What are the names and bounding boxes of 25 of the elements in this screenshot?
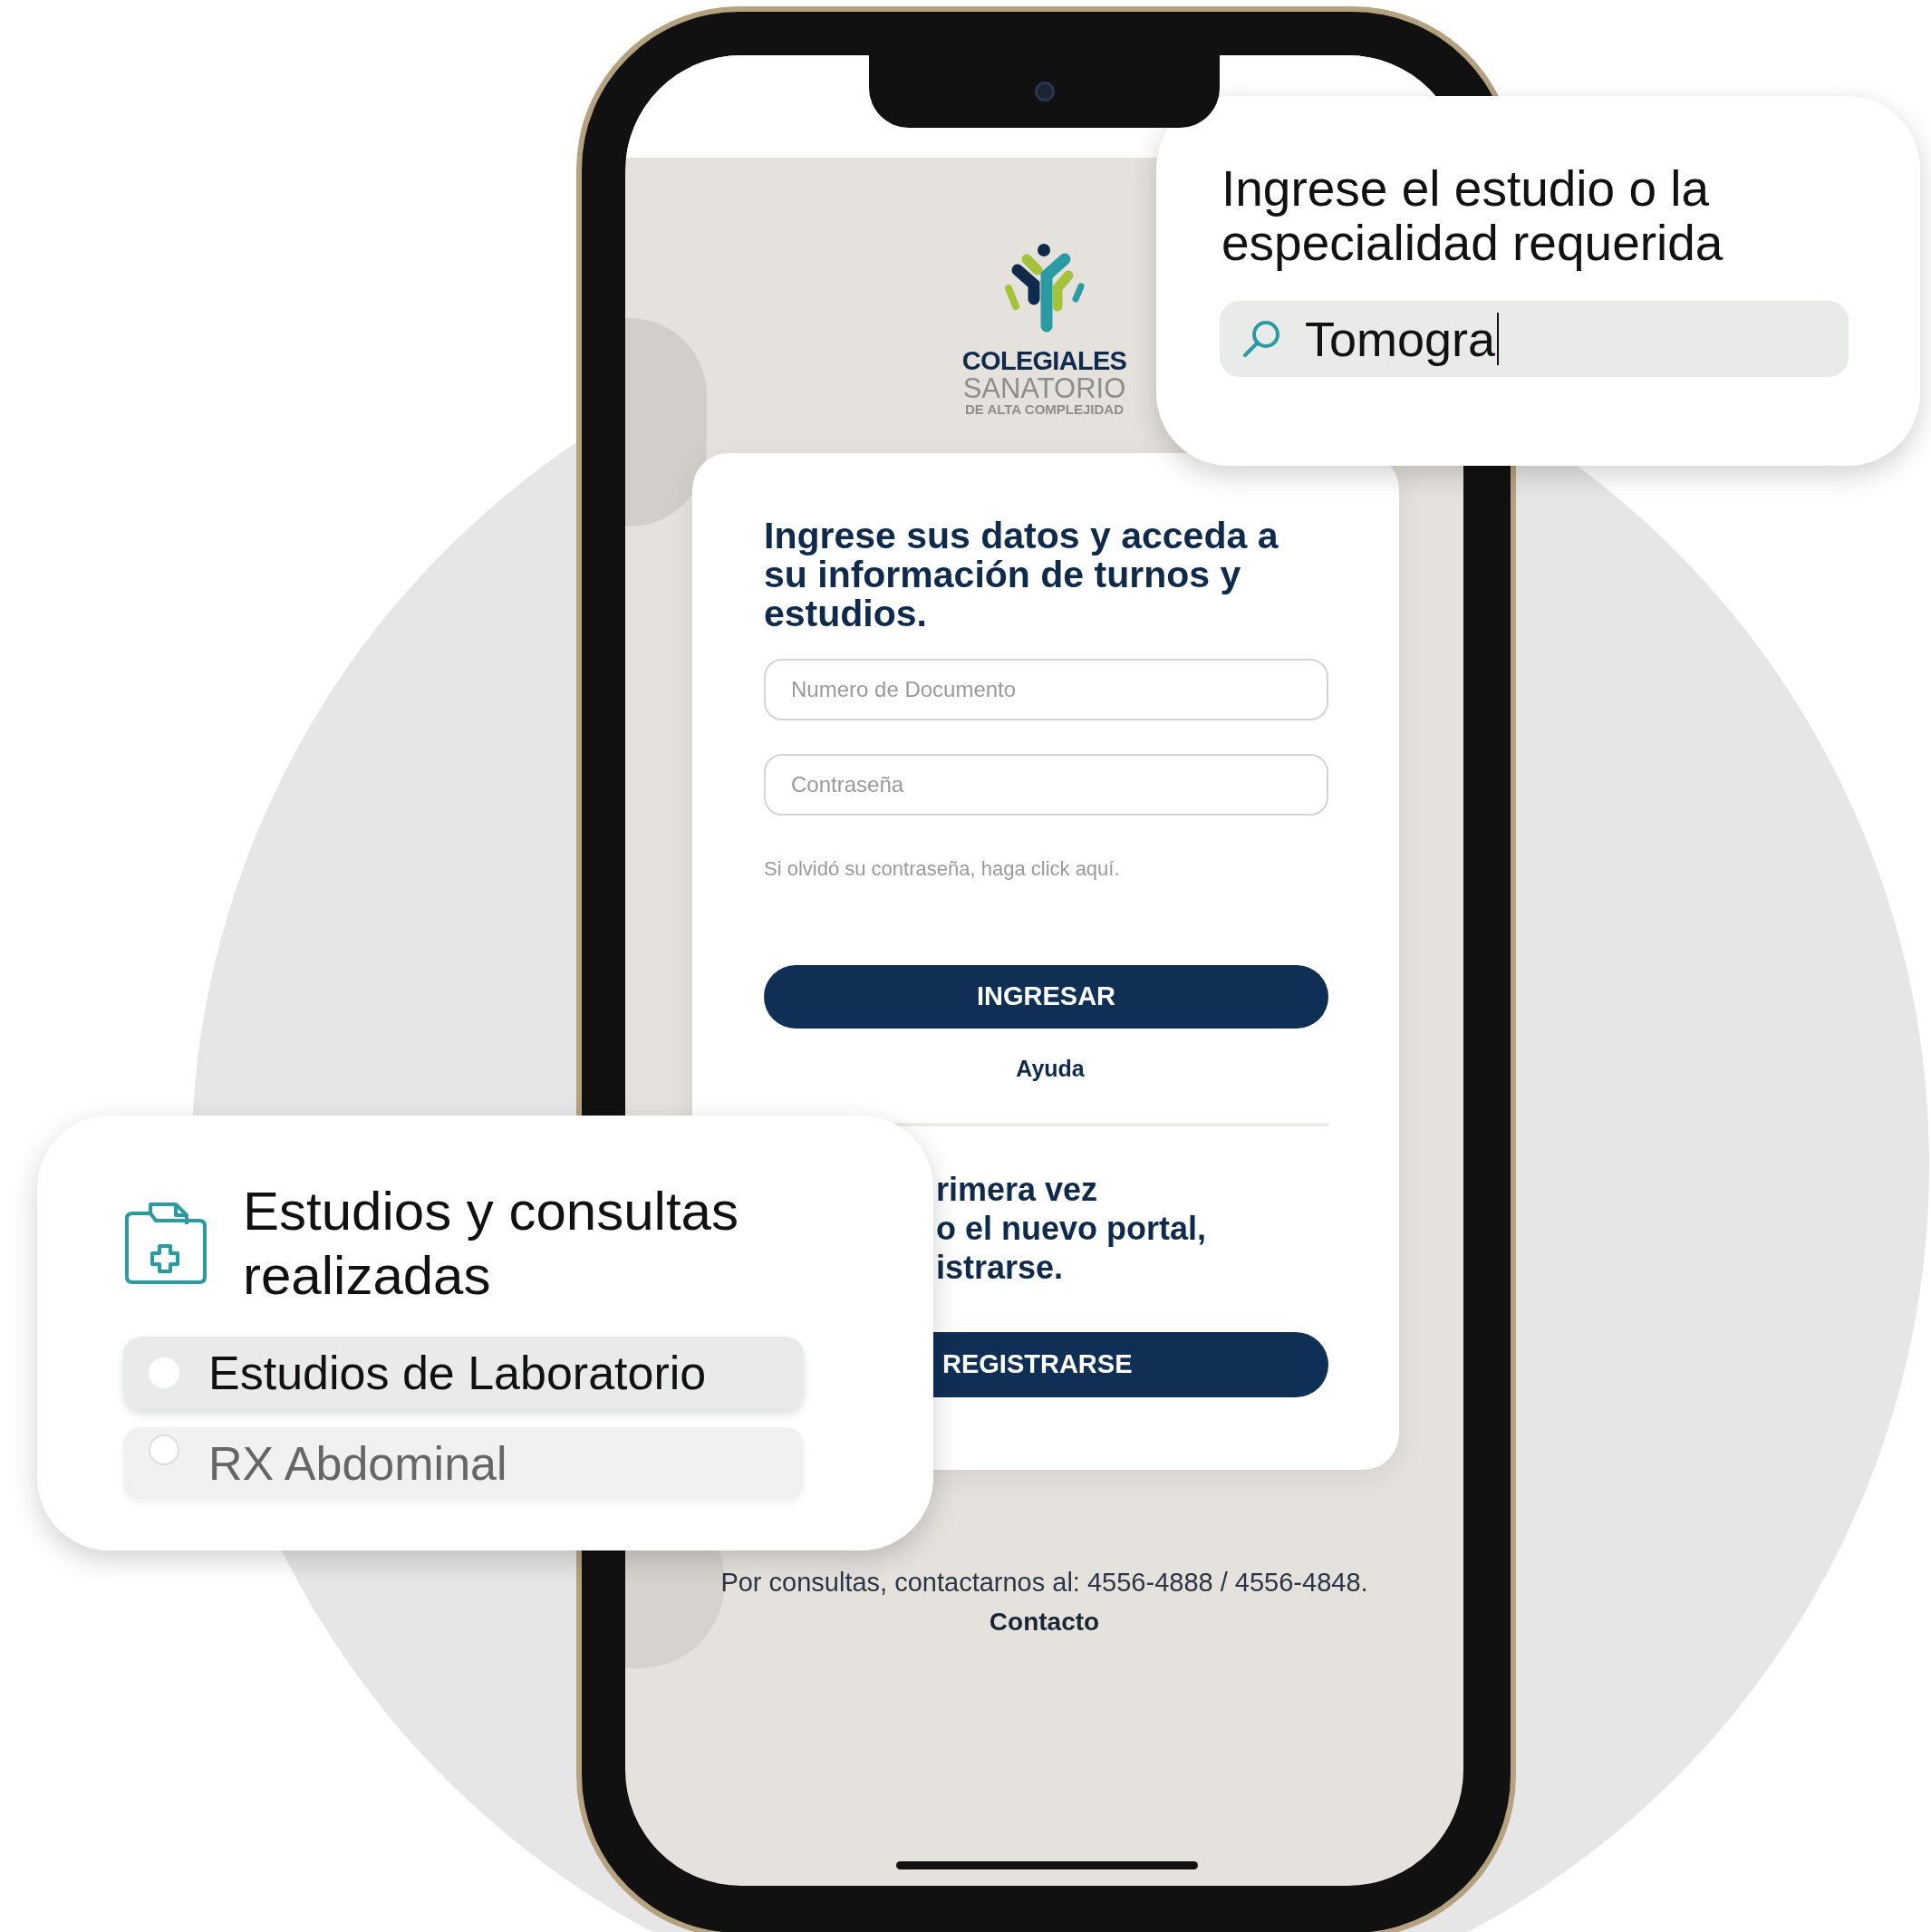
search-title: Ingrese el estudio o la especialidad requerida — [1221, 161, 1724, 270]
list-item[interactable]: Estudios de Laboratorio — [123, 1337, 804, 1409]
contact-text: Por consultas, contactarnos al: 4556-4888 / 4556-4848. — [719, 1567, 1369, 1599]
medical-folder-icon — [123, 1201, 207, 1284]
camera-lens — [1034, 82, 1055, 101]
search-field[interactable]: Tomogra — [1220, 301, 1849, 377]
register-text: o el nuevo portal, — [936, 1208, 1208, 1248]
contact-link[interactable]: Contacto — [989, 1602, 1100, 1641]
input-field[interactable]: Numero de Documento — [764, 659, 1328, 720]
login-heading: Ingrese sus datos y acceda a su información de turnos y estudios. — [764, 517, 1279, 633]
help-link[interactable]: Ayuda — [1016, 1052, 1085, 1087]
register-button[interactable]: REGISTRARSE — [933, 1331, 1328, 1397]
register-text: istrarse. — [936, 1247, 1065, 1287]
list-item[interactable]: RX Abdominal — [123, 1427, 804, 1500]
login-button[interactable]: INGRESAR — [764, 965, 1328, 1029]
search-value: Tomogra — [1305, 310, 1496, 368]
logo-subtitle: SANATORIO — [962, 375, 1126, 402]
logo-tagline: DE ALTA COMPLEJIDAD — [965, 402, 1124, 417]
input-field[interactable]: Contraseña — [764, 754, 1328, 816]
list-item-label: Estudios de Laboratorio — [208, 1346, 707, 1401]
logo-name: COLEGIALES — [961, 346, 1127, 375]
text-cursor — [1497, 313, 1500, 365]
history-title: Estudios y consultas realizadas — [243, 1180, 739, 1308]
list-item-label: RX Abdominal — [208, 1436, 507, 1492]
register-text: rimera vez — [936, 1169, 1099, 1209]
